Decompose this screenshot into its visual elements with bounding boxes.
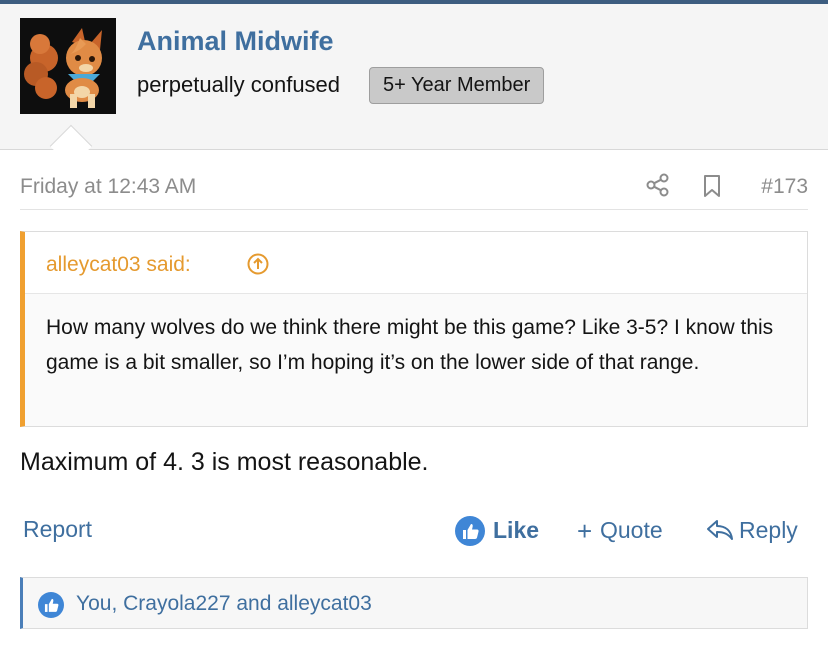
post-message: Maximum of 4. 3 is most reasonable. [20,448,429,476]
quote-block: alleycat03 said: How many wolves do we t… [20,231,808,427]
reactions-list-link[interactable]: You, Crayola227 and alleycat03 [76,592,372,616]
reactions-bar: You, Crayola227 and alleycat03 [20,577,808,629]
thumbs-up-icon [455,516,485,546]
post-meta: Friday at 12:43 AM #173 [20,162,808,210]
share-icon[interactable] [645,172,671,198]
quote-header: alleycat03 said: [25,232,807,294]
bookmark-icon[interactable] [700,173,724,199]
arrow-up-circle-icon[interactable] [247,253,269,275]
quote-text: How many wolves do we think there might … [46,316,774,374]
member-badge: 5+ Year Member [369,67,545,104]
username-link[interactable]: Animal Midwife [137,26,334,57]
reply-label: Reply [739,517,798,543]
avatar[interactable] [20,18,116,114]
post-number-link[interactable]: #173 [761,175,808,199]
quote-label: Quote [600,517,663,543]
like-label: Like [493,517,540,543]
post-user-block: Animal Midwife perpetually confused 5+ Y… [0,4,828,150]
user-title: perpetually confused [137,72,341,97]
quote-author[interactable]: alleycat03 said: [46,253,191,277]
post-actions: Report Like + Quote Reply [20,512,808,552]
report-link[interactable]: Report [23,516,92,543]
post-date[interactable]: Friday at 12:43 AM [20,175,196,199]
reply-icon [706,518,734,542]
plus-icon: + [577,516,593,546]
thumbs-up-icon [38,592,64,618]
